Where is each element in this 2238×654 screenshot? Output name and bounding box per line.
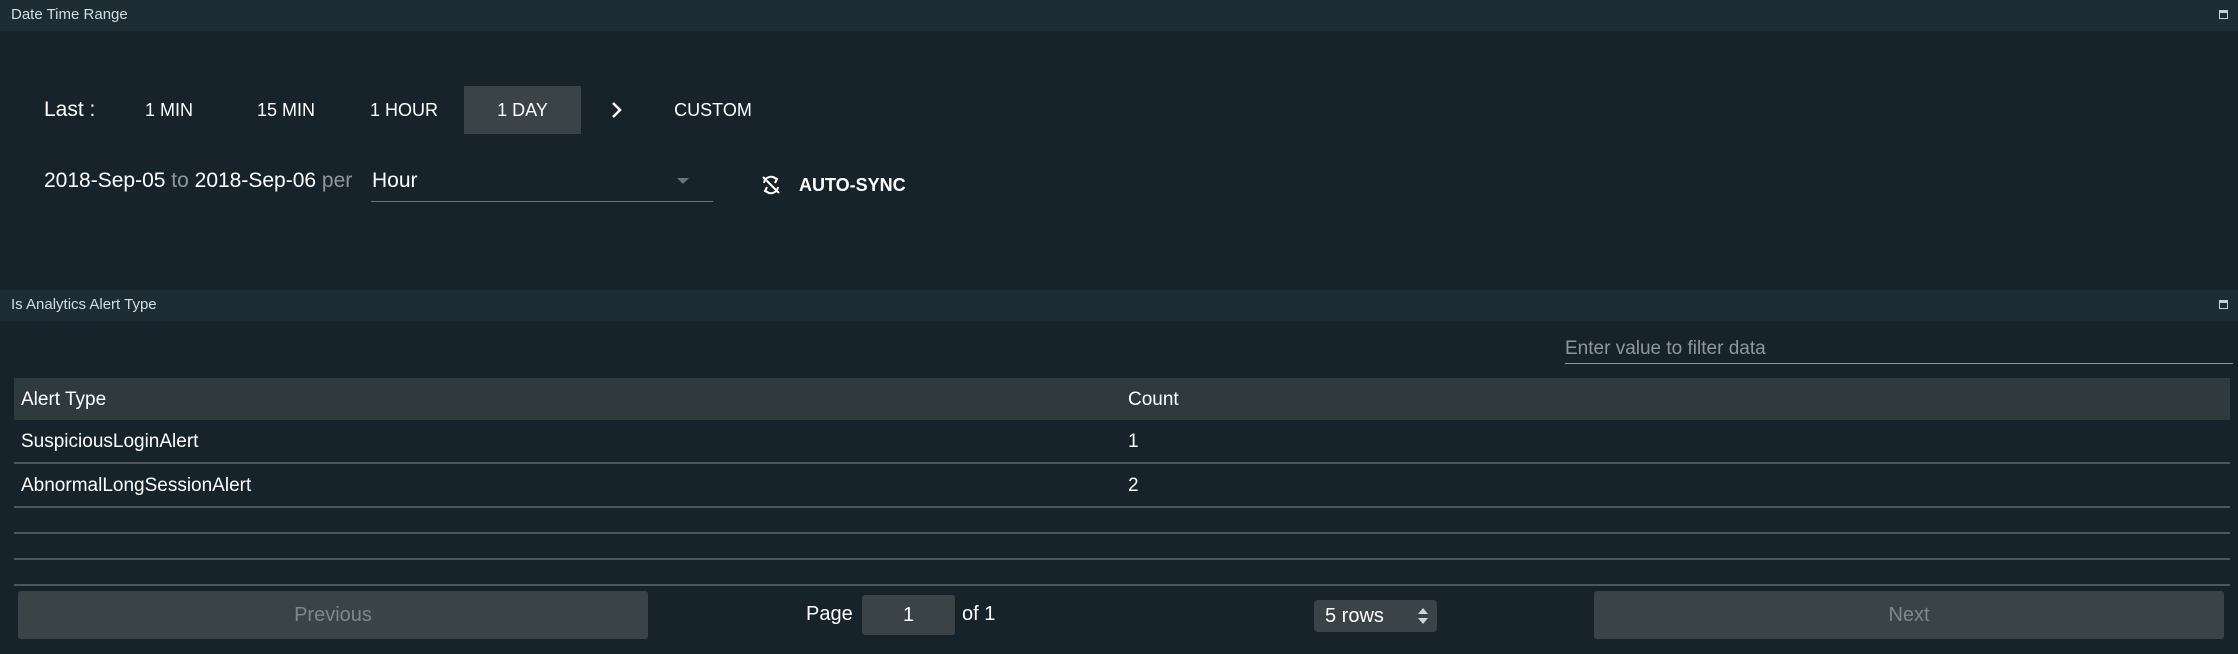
dropdown-arrow-icon [677, 178, 689, 184]
range-1-min-button[interactable]: 1 MIN [126, 86, 212, 134]
range-15-min-button[interactable]: 15 MIN [243, 86, 329, 134]
empty-table-row [14, 534, 2230, 560]
column-header-alert-type[interactable]: Alert Type [21, 389, 106, 411]
chevron-right-icon[interactable] [604, 97, 630, 123]
last-label: Last : [44, 98, 96, 121]
from-date[interactable]: 2018-Sep-05 [44, 169, 165, 192]
per-word: per [321, 169, 353, 192]
stepper-down-icon [1418, 618, 1428, 624]
date-panel-title: Date Time Range [11, 6, 128, 23]
maximize-icon[interactable] [2219, 300, 2228, 309]
empty-table-row [14, 560, 2230, 586]
table-panel-title: Is Analytics Alert Type [11, 296, 157, 313]
filter-input[interactable] [1565, 334, 2233, 364]
date-panel-body [0, 31, 2238, 283]
next-button[interactable]: Next [1594, 591, 2224, 639]
page-number-input[interactable] [862, 595, 955, 635]
granularity-value: Hour [372, 169, 418, 192]
range-1-hour-button[interactable]: 1 HOUR [356, 86, 452, 134]
to-word: to [171, 169, 189, 192]
granularity-select[interactable]: Hour [371, 158, 713, 202]
table-row[interactable]: AbnormalLongSessionAlert 2 [14, 464, 2230, 508]
count-cell: 1 [1128, 431, 1139, 452]
auto-sync-label[interactable]: AUTO-SYNC [799, 175, 906, 196]
date-panel-header: Date Time Range [0, 0, 2238, 31]
stepper-up-icon [1418, 608, 1428, 614]
date-range-text: 2018-Sep-05 to 2018-Sep-06 per [44, 169, 352, 193]
previous-button[interactable]: Previous [18, 591, 648, 639]
table-panel-header: Is Analytics Alert Type [0, 290, 2238, 321]
to-date[interactable]: 2018-Sep-06 [195, 169, 316, 192]
alert-type-cell: AbnormalLongSessionAlert [21, 475, 252, 496]
count-cell: 2 [1128, 475, 1139, 496]
page-label: Page [806, 603, 853, 625]
alert-type-cell: SuspiciousLoginAlert [21, 431, 199, 452]
auto-sync-icon[interactable] [760, 174, 782, 196]
column-header-count[interactable]: Count [1128, 389, 1179, 411]
page-total-label: of 1 [962, 603, 996, 625]
custom-range-button[interactable]: CUSTOM [660, 86, 766, 134]
range-1-day-button[interactable]: 1 DAY [464, 86, 581, 134]
empty-table-row [14, 508, 2230, 534]
maximize-icon[interactable] [2219, 10, 2228, 19]
table-row[interactable]: SuspiciousLoginAlert 1 [14, 420, 2230, 464]
rows-per-page-select[interactable]: 5 rows [1314, 600, 1437, 632]
table-header: Alert Type Count [14, 378, 2230, 420]
alert-type-table: Alert Type Count SuspiciousLoginAlert 1 … [14, 378, 2230, 586]
rows-per-page-value: 5 rows [1325, 605, 1384, 627]
